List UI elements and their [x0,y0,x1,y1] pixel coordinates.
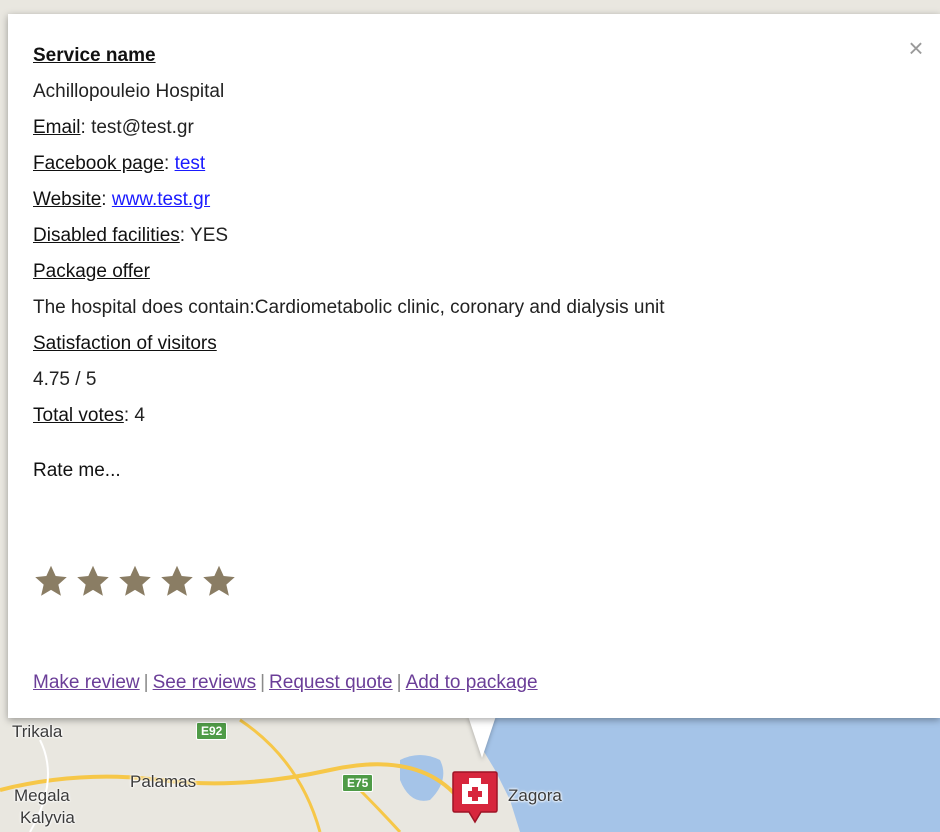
request-quote-link[interactable]: Request quote [269,672,393,693]
satisfaction-value: 4.75 / 5 [33,369,97,390]
email-value: test@test.gr [91,117,194,138]
disabled-label: Disabled facilities [33,225,180,246]
package-heading: Package offer [33,254,900,290]
website-label: Website [33,189,102,210]
road-shield-e92: E92 [196,722,228,740]
votes-value: 4 [134,405,145,426]
add-to-package-link[interactable]: Add to package [406,672,538,693]
star-icon[interactable] [117,563,153,599]
info-window: × Service name Achillopouleio Hospital E… [8,14,940,718]
satisfaction-label: Satisfaction of visitors [33,333,217,354]
service-name-heading: Service name [33,38,900,74]
action-links: Make review | See reviews | Request quote | Ad… [33,672,538,694]
package-text: The hospital does contain:Cardiometaboli… [33,297,665,318]
infowindow-tail [468,716,496,758]
disabled-row: Disabled facilities: YES [33,225,229,246]
rating-stars [33,563,237,599]
road-shield-e75: E75 [342,774,374,792]
votes-row: Total votes: 4 [33,405,145,426]
star-icon[interactable] [201,563,237,599]
info-content: Service name Achillopouleio Hospital Ema… [33,38,900,482]
link-separator: | [396,672,402,693]
link-separator: | [260,672,266,693]
disabled-value: YES [190,225,229,246]
facebook-label: Facebook page [33,153,164,174]
satisfaction-heading: Satisfaction of visitors [33,326,900,362]
map-label-trikala: Trikala [12,722,63,741]
email-row: Email: test@test.gr [33,117,194,138]
website-row: Website: www.test.gr [33,189,211,210]
package-label: Package offer [33,261,150,282]
email-label: Email [33,117,81,138]
close-icon[interactable]: × [904,35,928,61]
service-name-value: Achillopouleio Hospital [33,81,225,102]
make-review-link[interactable]: Make review [33,672,140,693]
rate-prompt: Rate me... [33,460,121,481]
votes-label: Total votes [33,405,124,426]
facebook-row: Facebook page: test [33,153,206,174]
see-reviews-link[interactable]: See reviews [153,672,257,693]
service-name-label: Service name [33,45,156,66]
star-icon[interactable] [159,563,195,599]
map-label-megala: Megala [14,786,70,805]
star-icon[interactable] [75,563,111,599]
hospital-marker[interactable] [451,770,499,824]
map-label-palamas: Palamas [130,772,197,791]
website-link[interactable]: www.test.gr [112,189,210,210]
link-separator: | [143,672,149,693]
facebook-link[interactable]: test [175,153,206,174]
map-label-kalyvia: Kalyvia [20,808,75,827]
map-label-zagora: Zagora [508,786,562,805]
star-icon[interactable] [33,563,69,599]
sea-area [470,700,940,832]
hospital-icon [452,771,498,824]
